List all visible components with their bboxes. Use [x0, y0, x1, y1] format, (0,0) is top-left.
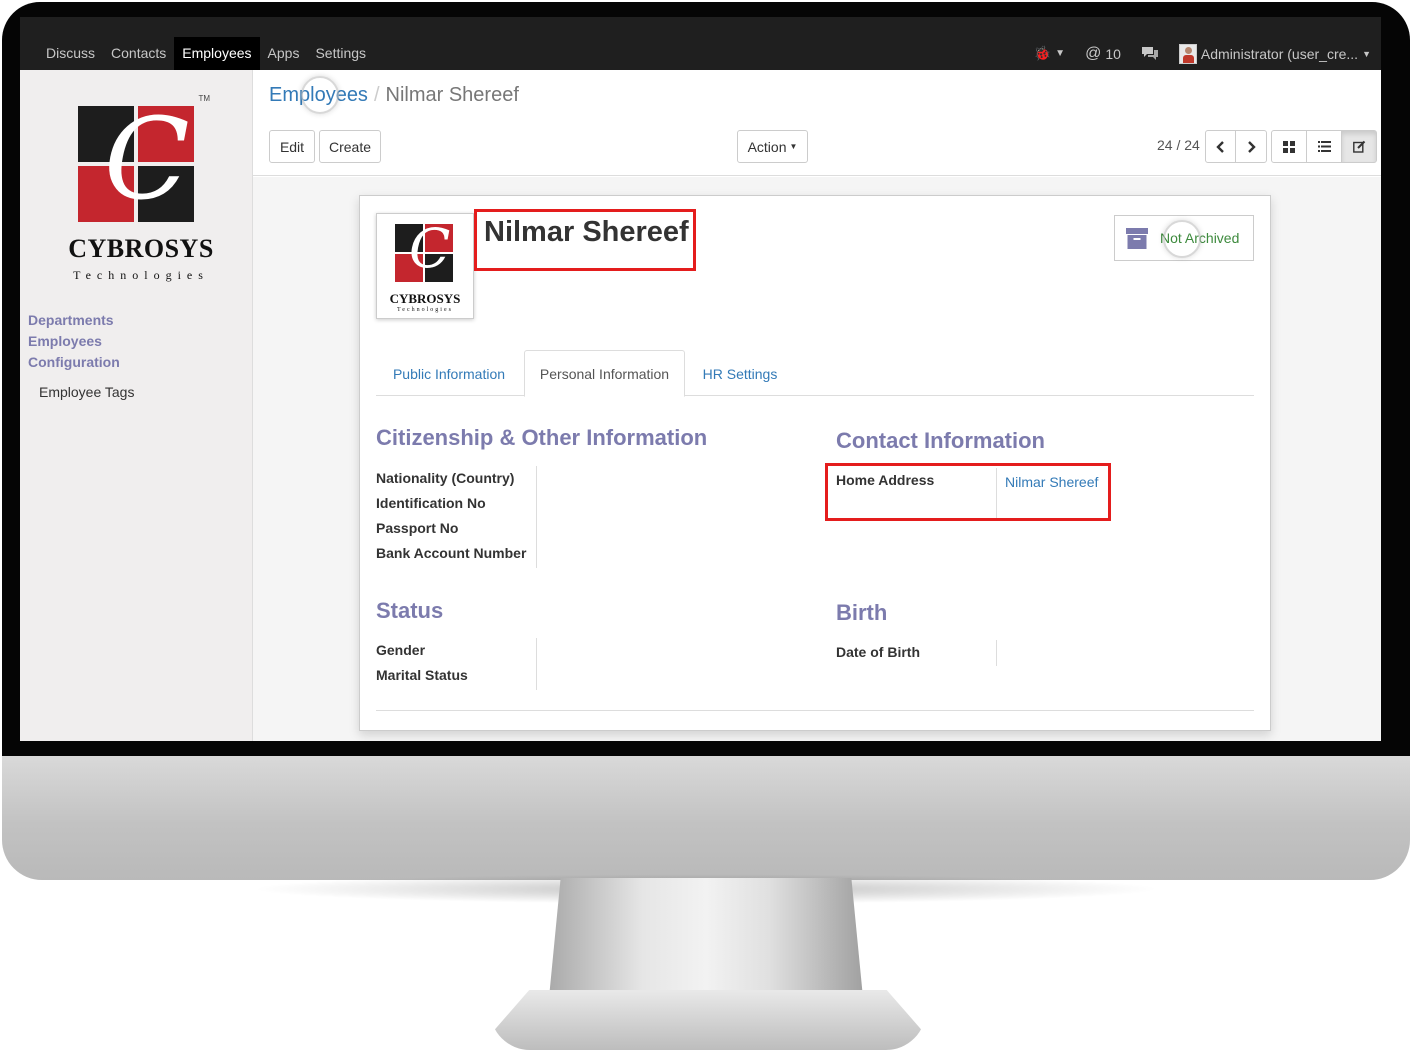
menu-discuss[interactable]: Discuss [38, 37, 103, 70]
sidebar-item-configuration[interactable]: Configuration [28, 352, 134, 373]
label-bank-account-number: Bank Account Number [376, 545, 527, 561]
menu-contacts[interactable]: Contacts [103, 37, 174, 70]
sidebar-item-employees[interactable]: Employees [28, 331, 134, 352]
breadcrumb-separator: / [373, 84, 380, 106]
company-logo: C TM CYBROSYS Technologies [66, 94, 216, 294]
user-menu[interactable]: Administrator (user_cre... ▼ [1169, 43, 1381, 64]
label-gender: Gender [376, 642, 426, 658]
group-title-status: Status [376, 598, 444, 623]
mentions-count: 10 [1105, 45, 1121, 62]
caret-down-icon: ▼ [1362, 48, 1371, 59]
label-nationality: Nationality (Country) [376, 470, 515, 486]
logo-c-glyph: C [104, 95, 190, 225]
caret-down-icon: ▼ [1055, 48, 1066, 59]
app-menu: Discuss Contacts Employees Apps Settings [38, 37, 374, 70]
archive-icon [1126, 228, 1148, 249]
monitor-stand-base [490, 990, 926, 1050]
menu-apps[interactable]: Apps [260, 37, 308, 70]
label-identification-no: Identification No [376, 495, 486, 511]
menu-settings[interactable]: Settings [307, 37, 374, 70]
photo-c-glyph: C [409, 217, 451, 280]
breadcrumb-current: Nilmar Shereef [385, 84, 519, 106]
sidebar-nav: Departments Employees Configuration Empl… [28, 310, 134, 403]
avatar [1178, 43, 1197, 64]
group-title-birth: Birth [836, 600, 888, 625]
notebook-tabs: Public Information Personal Information … [376, 350, 1254, 397]
list-icon [1317, 141, 1331, 152]
field-separator [536, 638, 537, 690]
screen: Discuss Contacts Employees Apps Settings… [20, 17, 1381, 741]
tab-public-information[interactable]: Public Information [376, 350, 522, 397]
menu-employees[interactable]: Employees [174, 37, 260, 70]
monitor-chin [2, 756, 1410, 880]
pager-previous-button[interactable] [1205, 130, 1236, 163]
top-navbar: Discuss Contacts Employees Apps Settings… [20, 17, 1381, 70]
sidebar-item-employee-tags[interactable]: Employee Tags [39, 382, 134, 403]
employee-form-sheet: C CYBROSYS Technologies Nilmar Shereef N… [359, 195, 1271, 731]
tab-hr-settings[interactable]: HR Settings [688, 350, 792, 397]
brand-subtitle: Technologies [73, 268, 209, 282]
field-separator [996, 640, 997, 666]
control-panel: Employees / Nilmar Shereef Edit Create Act… [253, 70, 1381, 176]
form-bottom-divider [376, 710, 1254, 711]
debug-menu[interactable]: 🐞 ▼ [1024, 45, 1075, 62]
brand-name: CYBROSYS [68, 234, 214, 263]
list-view-button[interactable] [1306, 130, 1342, 163]
label-passport-no: Passport No [376, 520, 459, 536]
group-title-citizenship: Citizenship & Other Information [376, 425, 708, 450]
monitor-stand-neck [548, 878, 864, 1008]
edit-icon [1352, 140, 1365, 153]
trademark: TM [198, 94, 210, 103]
grid-icon [1283, 140, 1295, 153]
highlight-box-name [474, 209, 696, 271]
chevron-right-icon [1248, 140, 1256, 153]
field-separator [536, 466, 537, 568]
at-icon: @ [1085, 44, 1102, 62]
chevron-left-icon [1215, 140, 1224, 153]
highlight-box-home-address [825, 463, 1111, 521]
form-background: C CYBROSYS Technologies Nilmar Shereef N… [253, 177, 1381, 741]
click-ripple [1163, 220, 1201, 258]
create-button[interactable]: Create [319, 130, 381, 163]
chat-button[interactable] [1131, 46, 1169, 61]
pager-value[interactable]: 24 / 24 [1157, 137, 1200, 153]
pager-next-button[interactable] [1235, 130, 1267, 163]
label-marital-status: Marital Status [376, 667, 468, 683]
photo-brand: CYBROSYS [389, 291, 461, 306]
action-label: Action [747, 138, 787, 155]
photo-brand-sub: Technologies [397, 307, 453, 313]
edit-button[interactable]: Edit [269, 130, 315, 163]
sidebar-item-departments[interactable]: Departments [28, 310, 134, 331]
kanban-view-button[interactable] [1271, 130, 1307, 163]
click-ripple [301, 76, 339, 114]
main-content: Employees / Nilmar Shereef Edit Create Act… [253, 70, 1381, 741]
bug-icon: 🐞 [1033, 45, 1052, 61]
mentions-button[interactable]: @ 10 [1075, 45, 1131, 63]
user-name: Administrator (user_cre... [1200, 45, 1359, 62]
group-title-contact: Contact Information [836, 428, 1045, 453]
archive-toggle-button[interactable]: Not Archived [1114, 215, 1254, 261]
employee-photo[interactable]: C CYBROSYS Technologies [376, 213, 474, 319]
tab-personal-information[interactable]: Personal Information [524, 350, 685, 397]
sidebar: C TM CYBROSYS Technologies Departments E… [20, 70, 253, 741]
label-date-of-birth: Date of Birth [836, 644, 920, 660]
systray: 🐞 ▼ @ 10 Administrator (user_cre... ▼ [1024, 37, 1381, 70]
caret-down-icon: ▼ [789, 142, 798, 151]
chat-icon [1141, 47, 1158, 60]
form-view-button[interactable] [1341, 130, 1377, 163]
action-button[interactable]: Action ▼ [737, 130, 808, 163]
